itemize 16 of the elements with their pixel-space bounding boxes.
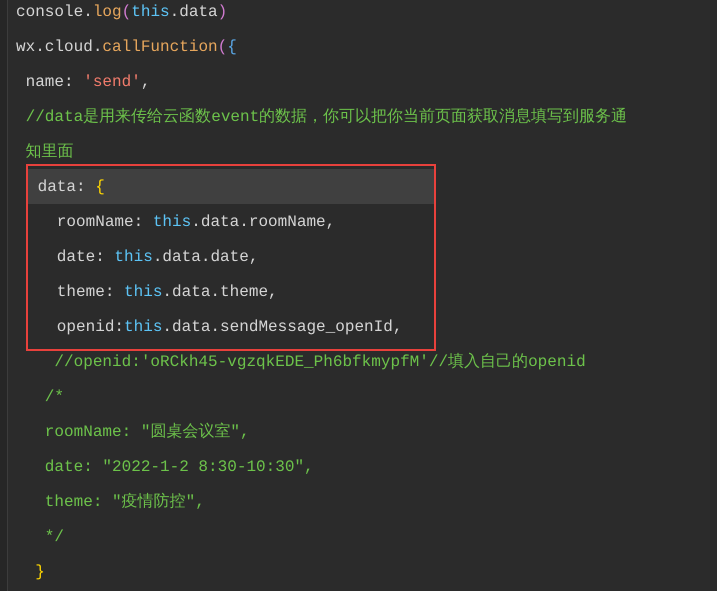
code-line: roomName: this.data.roomName, [56, 212, 336, 232]
code-line: wx.cloud.callFunction({ [15, 36, 238, 58]
code-line: date: "2022-1-2 8:30-10:30", [44, 456, 315, 478]
code-line: /* [44, 386, 66, 408]
code-line: name: 'send', [24, 72, 152, 92]
code-line: } [34, 562, 46, 582]
code-line: date: this.data.date, [56, 246, 260, 268]
code-line: //data是用来传给云函数event的数据，你可以把你当前页面获取消息填写到服务通 [24, 106, 628, 128]
code-line: theme: this.data.theme, [56, 282, 279, 302]
code-line: openid:this.data.sendMessage_openId, [56, 316, 404, 338]
code-line: theme: "疫情防控", [44, 492, 206, 512]
code-line: 知里面 [24, 142, 75, 162]
code-line: console.log(this.data) [15, 2, 228, 22]
code-line: //openid:'oRCkh45-vgzqkEDE_Ph6bfkmypfM'//填入自己的openid [53, 352, 587, 372]
code-line: */ [44, 526, 66, 548]
code-line: roomName: "圆桌会议室", [44, 422, 251, 442]
